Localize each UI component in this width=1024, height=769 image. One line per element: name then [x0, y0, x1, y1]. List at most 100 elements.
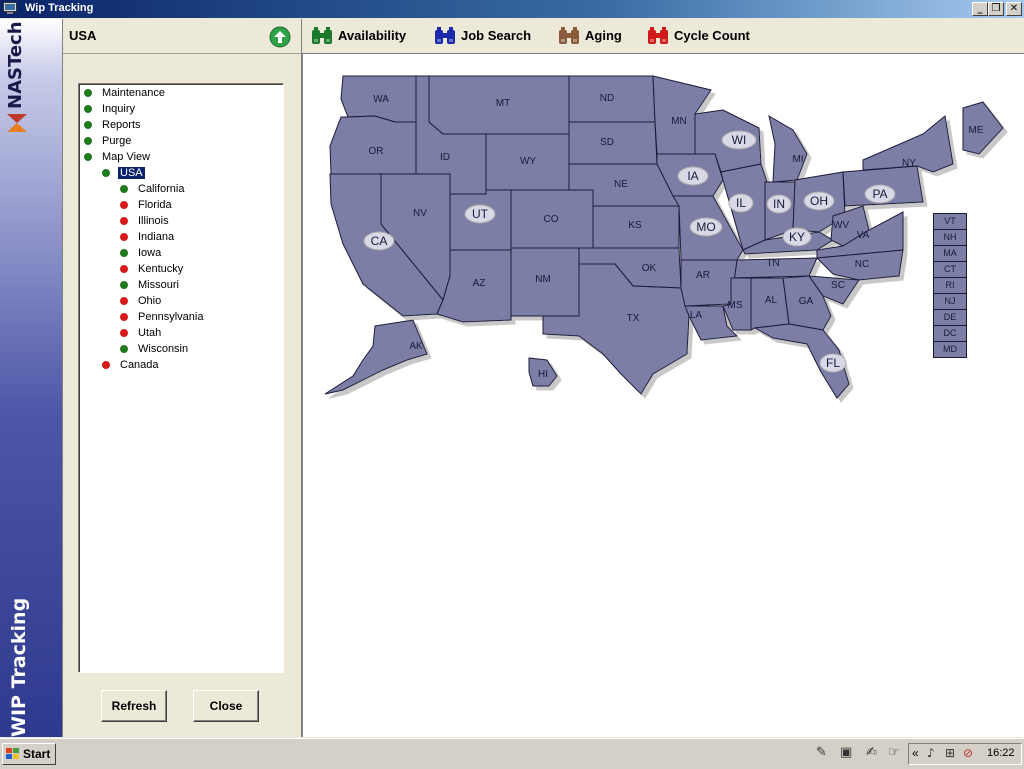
tray-pen-icon[interactable]: ✎: [816, 745, 827, 760]
panel-title: USA: [69, 28, 97, 43]
title-bar: Wip Tracking _ ❒ ✕: [0, 0, 1024, 18]
tray-monitor-icon[interactable]: ▣: [840, 745, 852, 760]
tree-item-maintenance[interactable]: Maintenance: [84, 85, 167, 101]
system-tray: « ♪ ⊞ ⊘ 16:22: [908, 743, 1022, 765]
small-state-RI[interactable]: RI: [933, 277, 967, 294]
state-label-TN: TN: [766, 258, 779, 269]
tray-network-icon[interactable]: ⊞: [945, 746, 955, 760]
tree-item-map-view[interactable]: Map View: [84, 149, 152, 165]
brand-sidebar: NASTech WIP Tracking: [0, 19, 63, 737]
highlight-UT[interactable]: UT: [464, 204, 496, 224]
state-MI[interactable]: [768, 114, 808, 183]
tree-item-indiana[interactable]: Indiana: [120, 229, 176, 245]
state-label-NC: NC: [855, 259, 869, 270]
status-dot-icon: [120, 329, 128, 337]
small-state-NJ[interactable]: NJ: [933, 293, 967, 310]
state-label-NV: NV: [413, 208, 427, 219]
tree-item-label: Illinois: [138, 215, 169, 227]
highlight-IL[interactable]: IL: [728, 193, 754, 213]
window-title: Wip Tracking: [25, 2, 94, 14]
tree-item-inquiry[interactable]: Inquiry: [84, 101, 137, 117]
brand-name: NASTech: [5, 21, 26, 109]
tree-item-california[interactable]: California: [120, 181, 186, 197]
small-state-MD[interactable]: MD: [933, 341, 967, 358]
navigation-tree[interactable]: Maintenance Inquiry Reports Purge Map View US…: [78, 83, 284, 673]
small-state-NH[interactable]: NH: [933, 229, 967, 246]
toolbar-button-label: Job Search: [461, 28, 532, 43]
tree-item-florida[interactable]: Florida: [120, 197, 174, 213]
status-dot-icon: [84, 153, 92, 161]
tree-item-utah[interactable]: Utah: [120, 325, 163, 341]
start-label: Start: [23, 747, 51, 761]
highlight-MO[interactable]: MO: [689, 217, 723, 237]
minimize-button[interactable]: _: [972, 2, 988, 16]
small-state-MA[interactable]: MA: [933, 245, 967, 262]
tree-item-ohio[interactable]: Ohio: [120, 293, 163, 309]
state-label-LA: LA: [690, 310, 703, 321]
tray-hand-icon[interactable]: ☞: [888, 745, 900, 760]
small-state-DE[interactable]: DE: [933, 309, 967, 326]
highlight-label-OH: OH: [810, 194, 828, 208]
tree-item-usa[interactable]: USA: [102, 165, 146, 181]
tray-edit-icon[interactable]: ✍: [866, 745, 877, 760]
status-dot-icon: [120, 297, 128, 305]
state-label-ID: ID: [440, 152, 450, 163]
start-button[interactable]: Start: [2, 743, 56, 765]
highlight-WI[interactable]: WI: [721, 130, 757, 150]
tree-item-label: Inquiry: [102, 103, 136, 115]
highlight-IA[interactable]: IA: [677, 166, 709, 186]
up-arrow-icon[interactable]: [269, 26, 291, 48]
tray-volume-icon[interactable]: ♪: [927, 746, 935, 760]
state-label-SD: SD: [600, 137, 614, 148]
state-label-KS: KS: [628, 220, 642, 231]
highlight-KY[interactable]: KY: [782, 227, 812, 247]
highlight-FL[interactable]: FL: [819, 353, 847, 373]
tree-item-label: Reports: [102, 119, 141, 131]
small-states-list: VT NH MA CT RI NJ DE DC MD: [933, 213, 967, 358]
state-label-ME: ME: [969, 125, 984, 136]
tree-item-illinois[interactable]: Illinois: [120, 213, 171, 229]
highlight-OH[interactable]: OH: [803, 191, 835, 211]
tree-item-pennsylvania[interactable]: Pennsylvania: [120, 309, 205, 325]
highlight-CA[interactable]: CA: [363, 231, 395, 251]
tray-security-icon[interactable]: ⊘: [963, 746, 973, 760]
tree-item-label: Maintenance: [102, 87, 165, 99]
highlight-label-WI: WI: [732, 133, 747, 147]
state-label-AK: AK: [409, 341, 423, 352]
tree-item-iowa[interactable]: Iowa: [120, 245, 163, 261]
tree-item-label: California: [138, 183, 185, 195]
tree-item-reports[interactable]: Reports: [84, 117, 143, 133]
taskbar: Start ✎ ▣ ✍ ☞ « ♪ ⊞ ⊘ 16:22: [0, 738, 1024, 769]
tree-item-label: USA: [117, 166, 146, 180]
state-label-NE: NE: [614, 179, 628, 190]
highlight-IN[interactable]: IN: [766, 194, 792, 214]
status-dot-icon: [120, 233, 128, 241]
close-window-button[interactable]: ✕: [1006, 2, 1022, 16]
tree-item-missouri[interactable]: Missouri: [120, 277, 181, 293]
state-label-NY: NY: [902, 158, 916, 169]
nastech-logo-icon: [7, 114, 27, 132]
status-dot-icon: [120, 313, 128, 321]
app-window-icon: [3, 2, 17, 14]
state-label-OK: OK: [642, 263, 657, 274]
highlight-label-IA: IA: [687, 169, 698, 183]
state-label-MN: MN: [671, 116, 687, 127]
tree-item-canada[interactable]: Canada: [102, 357, 161, 373]
highlight-label-KY: KY: [789, 230, 805, 244]
status-dot-icon: [120, 345, 128, 353]
state-AK[interactable]: [324, 319, 428, 395]
small-state-CT[interactable]: CT: [933, 261, 967, 278]
tree-item-wisconsin[interactable]: Wisconsin: [120, 341, 190, 357]
status-dot-icon: [120, 201, 128, 209]
close-button[interactable]: Close: [193, 690, 259, 722]
small-state-DC[interactable]: DC: [933, 325, 967, 342]
tree-item-label: Pennsylvania: [138, 311, 204, 323]
tray-expand-icon[interactable]: «: [912, 746, 919, 760]
state-OR[interactable]: [329, 115, 417, 175]
tree-item-kentucky[interactable]: Kentucky: [120, 261, 185, 277]
tree-item-purge[interactable]: Purge: [84, 133, 133, 149]
small-state-VT[interactable]: VT: [933, 213, 967, 230]
refresh-button[interactable]: Refresh: [101, 690, 167, 722]
highlight-PA[interactable]: PA: [864, 184, 896, 204]
maximize-button[interactable]: ❒: [988, 2, 1004, 16]
